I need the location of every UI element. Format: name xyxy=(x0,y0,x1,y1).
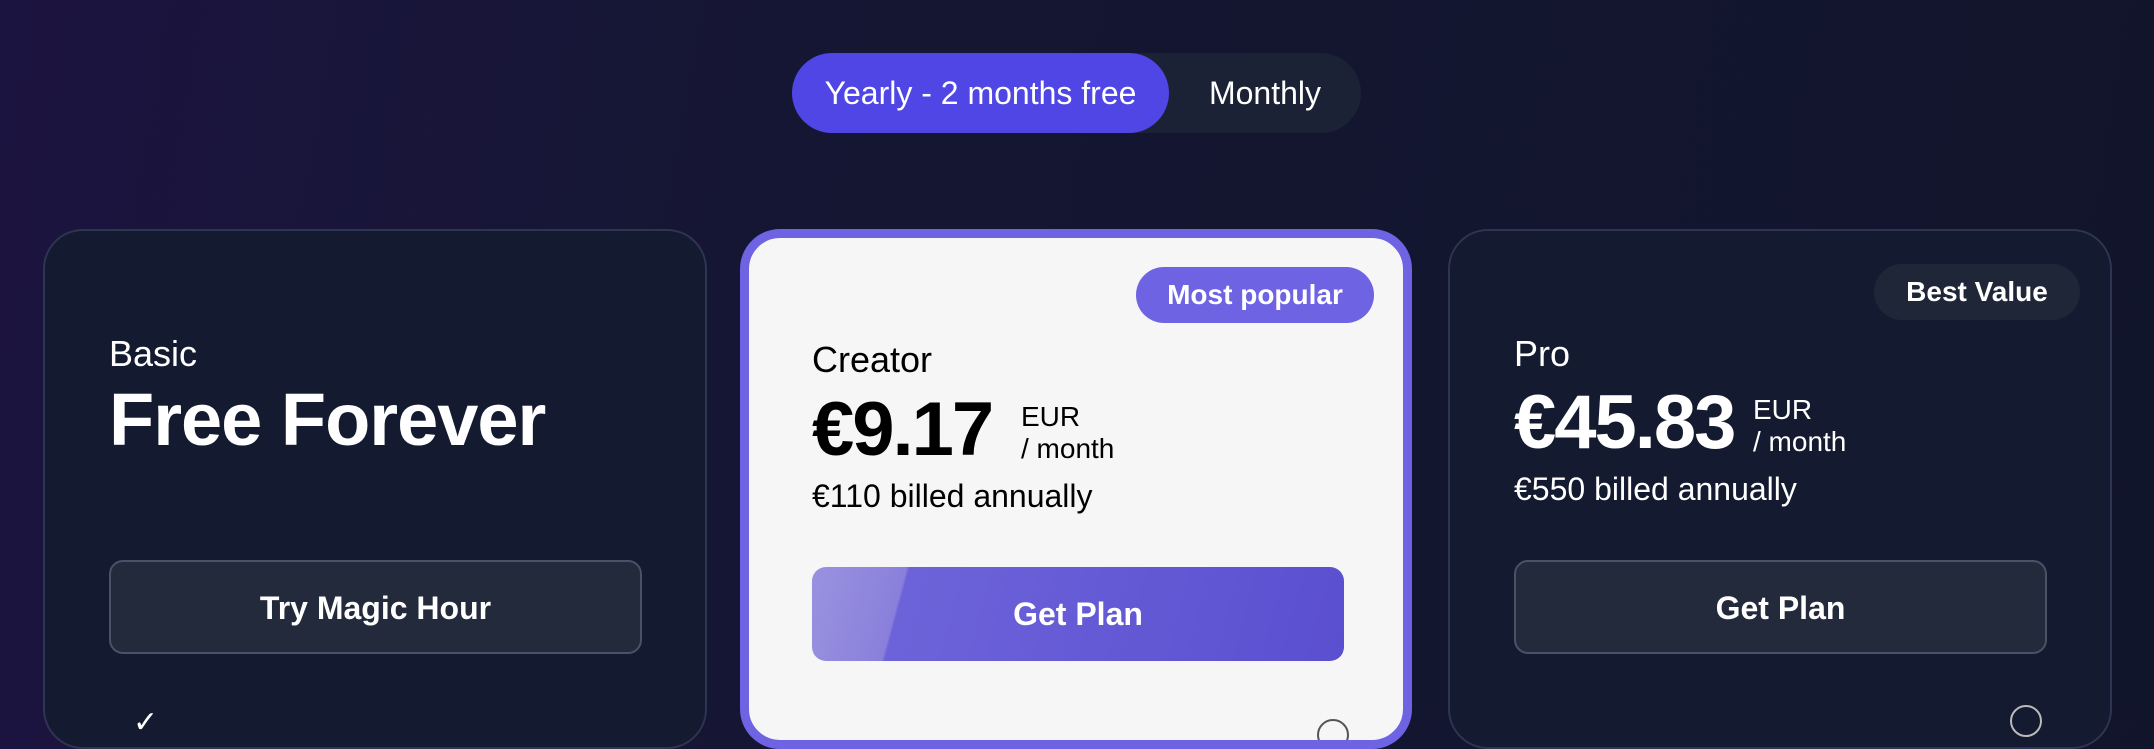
price-currency: EUR / month xyxy=(1753,394,1846,458)
plan-card-basic: Basic Free Forever Try Magic Hour ✓ xyxy=(43,229,707,749)
info-icon[interactable] xyxy=(1317,719,1349,740)
billed-note: €550 billed annually xyxy=(1514,471,1797,507)
price-currency: EUR / month xyxy=(1021,401,1114,465)
toggle-yearly[interactable]: Yearly - 2 months free xyxy=(792,53,1169,133)
price-period: / month xyxy=(1753,426,1847,457)
plan-name: Creator xyxy=(812,339,933,380)
toggle-monthly[interactable]: Monthly xyxy=(1169,53,1361,133)
get-plan-button[interactable]: Get Plan xyxy=(1514,560,2047,654)
plan-name: Pro xyxy=(1514,333,1571,374)
try-magic-hour-button[interactable]: Try Magic Hour xyxy=(109,560,642,654)
plan-price: €9.17 xyxy=(812,387,994,472)
info-icon[interactable] xyxy=(2010,705,2042,737)
most-popular-badge: Most popular xyxy=(1136,267,1374,323)
price-period: / month xyxy=(1021,433,1115,464)
get-plan-button[interactable]: Get Plan xyxy=(812,567,1344,661)
feature-check-icon: ✓ xyxy=(133,706,159,739)
billing-toggle: Yearly - 2 months free Monthly xyxy=(792,53,1361,133)
plan-card-creator: Most popular Creator €9.17 EUR / month €… xyxy=(740,229,1412,749)
currency-code: EUR xyxy=(1753,394,1813,425)
currency-code: EUR xyxy=(1021,401,1081,432)
plan-price: €45.83 xyxy=(1514,380,1736,465)
plan-card-pro: Best Value Pro €45.83 EUR / month €550 b… xyxy=(1448,229,2112,749)
billed-note: €110 billed annually xyxy=(812,478,1093,514)
plan-name: Basic xyxy=(109,333,198,374)
best-value-badge: Best Value xyxy=(1874,264,2080,320)
plan-headline: Free Forever xyxy=(109,378,546,461)
